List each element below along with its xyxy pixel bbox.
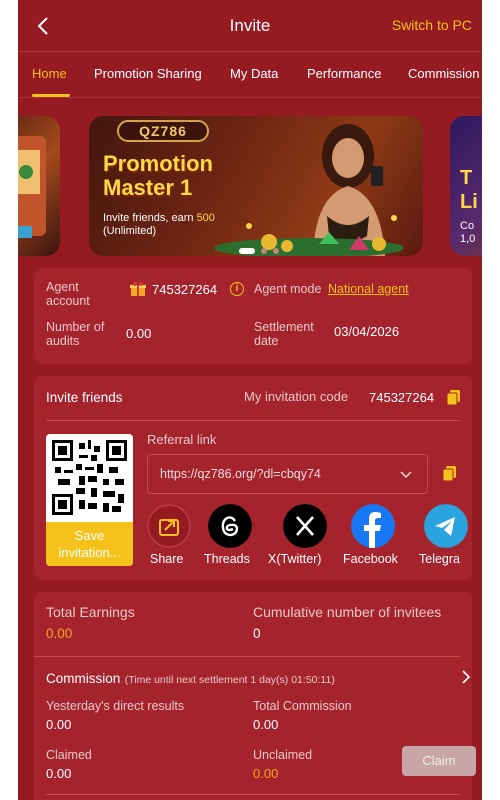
yesterday-results-label: Yesterday's direct results — [46, 699, 185, 713]
total-commission-label: Total Commission — [253, 699, 352, 713]
gift-icon — [130, 282, 146, 296]
invite-page: Invite Switch to PC Home Promotion Shari… — [18, 0, 482, 800]
qr-code-image — [52, 440, 127, 515]
carousel-dots[interactable] — [239, 248, 279, 254]
earnings-panel: Total Earnings 0.00 Cumulative number of… — [34, 592, 476, 800]
settlement-date-value: 03/04/2026 — [334, 324, 400, 339]
active-tab-indicator — [32, 94, 70, 97]
back-arrow-icon[interactable] — [32, 14, 56, 38]
banner-title: Promotion Master 1 — [103, 151, 213, 200]
telegram-icon[interactable] — [424, 504, 468, 548]
invite-friends-title: Invite friends — [46, 390, 123, 405]
copy-code-icon[interactable] — [447, 390, 460, 405]
audits-value: 0.00 — [126, 326, 152, 341]
agent-mode-link[interactable]: National agent — [328, 282, 409, 296]
tab-promotion-sharing[interactable]: Promotion Sharing — [94, 66, 202, 81]
settlement-date-label: Settlement date — [254, 320, 314, 348]
header: Invite Switch to PC — [18, 0, 482, 52]
invitation-code-label: My invitation code — [244, 389, 349, 404]
info-icon[interactable]: i — [230, 282, 244, 296]
banner-slide-promotion-master[interactable]: QZ786 Promotion Master 1 Invite friends,… — [89, 116, 423, 256]
chevron-right-icon[interactable] — [460, 670, 472, 684]
facebook-label: Facebook — [343, 552, 398, 566]
referral-link-select[interactable]: https://qz786.org/?dl=cbqy74 — [147, 454, 428, 494]
audits-label: Number of audits — [46, 320, 105, 348]
page-title: Invite — [229, 15, 271, 35]
settlement-timer: (Time until next settlement 1 day(s) 01:… — [124, 674, 335, 686]
agent-account-value: 745327264 — [152, 282, 218, 297]
brand-logo: QZ786 — [117, 120, 209, 142]
slot-machine-image — [18, 136, 46, 238]
unclaimed-label: Unclaimed — [253, 748, 313, 762]
commission-header[interactable]: Commission (Time until next settlement 1… — [46, 670, 335, 688]
agent-info-panel: Agent account 745327264 i Agent mode Nat… — [34, 268, 472, 364]
agent-mode-label: Agent mode — [254, 282, 322, 296]
x-twitter-icon[interactable] — [283, 504, 327, 548]
share-icon[interactable] — [147, 504, 191, 548]
referral-link-value: https://qz786.org/?dl=cbqy74 — [160, 467, 321, 481]
referral-link-label: Referral link — [147, 432, 217, 447]
divider — [46, 420, 460, 421]
save-invitation-button[interactable]: Save invitation... — [46, 522, 133, 566]
invite-friends-panel: Invite friends My invitation code 745327… — [34, 376, 472, 580]
tab-my-data[interactable]: My Data — [230, 66, 278, 81]
total-earnings-label: Total Earnings — [46, 604, 135, 620]
agent-account-label: Agent account — [46, 280, 90, 308]
commission-title: Commission — [46, 671, 121, 686]
next-banner-subtitle: Co 1,0 — [460, 220, 476, 245]
yesterday-results-value: 0.00 — [46, 717, 72, 732]
tab-commission[interactable]: Commission — [408, 66, 480, 81]
threads-label: Threads — [204, 552, 250, 566]
divider — [46, 794, 460, 795]
tab-home[interactable]: Home — [32, 66, 67, 81]
claimed-label: Claimed — [46, 748, 92, 762]
qr-card: Save invitation... — [46, 434, 133, 566]
tab-performance[interactable]: Performance — [307, 66, 381, 81]
copy-link-icon[interactable] — [443, 466, 456, 481]
banner-subtitle: Invite friends, earn 500 (Unlimited) — [103, 212, 215, 237]
total-commission-value: 0.00 — [253, 717, 279, 732]
claim-button[interactable]: Claim — [402, 746, 476, 776]
invitation-code-value: 745327264 — [369, 390, 435, 405]
claimed-value: 0.00 — [46, 766, 72, 781]
tab-bar: Home Promotion Sharing My Data Performan… — [18, 52, 482, 98]
switch-to-pc-link[interactable]: Switch to PC — [392, 17, 472, 33]
share-label: Share — [150, 552, 184, 566]
telegram-label: Telegra — [419, 552, 460, 566]
banner-carousel[interactable]: QZ786 Promotion Master 1 Invite friends,… — [18, 108, 482, 258]
banner-slide-prev[interactable] — [18, 116, 60, 256]
invitees-label: Cumulative number of invitees — [253, 604, 442, 620]
x-twitter-label: X(Twitter) — [268, 552, 322, 566]
total-earnings-value: 0.00 — [46, 626, 73, 641]
threads-icon[interactable] — [208, 504, 252, 548]
divider — [34, 656, 460, 657]
banner-slide-next[interactable]: T Li Co 1,0 — [450, 116, 482, 256]
next-banner-title: T Li — [460, 167, 478, 213]
invitees-value: 0 — [253, 626, 261, 641]
facebook-icon[interactable] — [351, 504, 395, 548]
chevron-down-icon — [400, 471, 412, 479]
unclaimed-value: 0.00 — [253, 766, 279, 781]
